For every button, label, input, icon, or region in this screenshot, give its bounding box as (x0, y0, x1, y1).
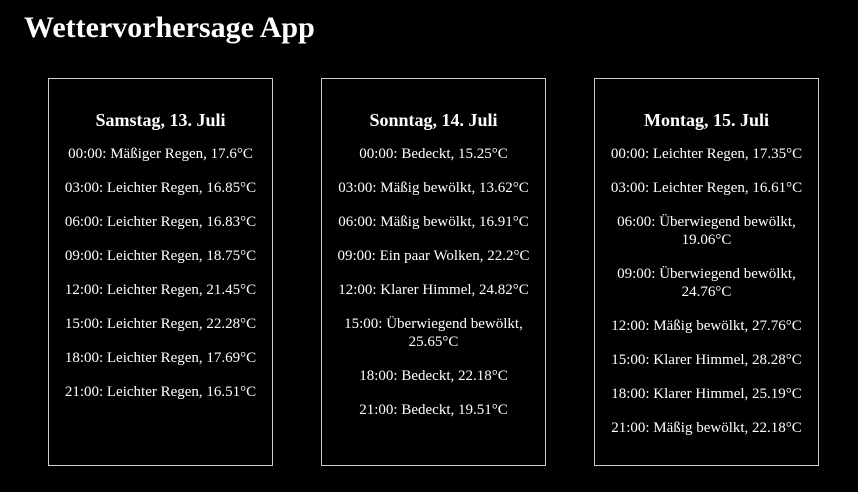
forecast-item: 06:00: Überwiegend bewölkt, 19.06°C (617, 214, 796, 248)
day-card-saturday: Samstag, 13. Juli 00:00: Mäßiger Regen, … (48, 78, 273, 466)
forecast-item: 06:00: Leichter Regen, 16.83°C (64, 214, 257, 230)
forecast-item: 09:00: Ein paar Wolken, 22.2°C (337, 248, 530, 264)
forecast-item: 12:00: Mäßig bewölkt, 27.76°C (611, 318, 802, 334)
day-heading: Montag, 15. Juli (643, 110, 769, 130)
forecast-item: 18:00: Leichter Regen, 17.69°C (64, 350, 257, 366)
forecast-item: 09:00: Überwiegend bewölkt, 24.76°C (617, 266, 796, 300)
forecast-item: 00:00: Bedeckt, 15.25°C (359, 146, 508, 162)
day-card-sunday: Sonntag, 14. Juli 00:00: Bedeckt, 15.25°… (321, 78, 546, 466)
forecast-item: 03:00: Leichter Regen, 16.61°C (610, 180, 803, 196)
forecast-list: 00:00: Mäßiger Regen, 17.6°C 03:00: Leic… (57, 145, 264, 401)
forecast-item: 21:00: Bedeckt, 19.51°C (359, 402, 508, 418)
forecast-list: 00:00: Bedeckt, 15.25°C 03:00: Mäßig bew… (330, 145, 537, 419)
forecast-item: 09:00: Leichter Regen, 18.75°C (64, 248, 257, 264)
forecast-item: 15:00: Leichter Regen, 22.28°C (64, 316, 257, 332)
forecast-item: 00:00: Leichter Regen, 17.35°C (610, 146, 803, 162)
forecast-item: 21:00: Leichter Regen, 16.51°C (64, 384, 257, 400)
page-title: Wettervorhersage App (24, 11, 315, 44)
forecast-list: 00:00: Leichter Regen, 17.35°C 03:00: Le… (603, 145, 810, 437)
forecast-item: 06:00: Mäßig bewölkt, 16.91°C (338, 214, 529, 230)
forecast-item: 18:00: Klarer Himmel, 25.19°C (611, 386, 802, 402)
forecast-item: 12:00: Klarer Himmel, 24.82°C (338, 282, 529, 298)
forecast-item: 03:00: Leichter Regen, 16.85°C (64, 180, 257, 196)
day-card-monday: Montag, 15. Juli 00:00: Leichter Regen, … (594, 78, 819, 466)
forecast-item: 18:00: Bedeckt, 22.18°C (359, 368, 508, 384)
forecast-item: 12:00: Leichter Regen, 21.45°C (64, 282, 257, 298)
forecast-item: 15:00: Überwiegend bewölkt, 25.65°C (344, 316, 523, 350)
forecast-days: Samstag, 13. Juli 00:00: Mäßiger Regen, … (48, 78, 819, 466)
forecast-item: 15:00: Klarer Himmel, 28.28°C (611, 352, 802, 368)
day-heading: Sonntag, 14. Juli (369, 110, 498, 130)
forecast-item: 21:00: Mäßig bewölkt, 22.18°C (611, 420, 802, 436)
day-heading: Samstag, 13. Juli (95, 110, 226, 130)
forecast-item: 03:00: Mäßig bewölkt, 13.62°C (338, 180, 529, 196)
forecast-item: 00:00: Mäßiger Regen, 17.6°C (68, 146, 253, 162)
